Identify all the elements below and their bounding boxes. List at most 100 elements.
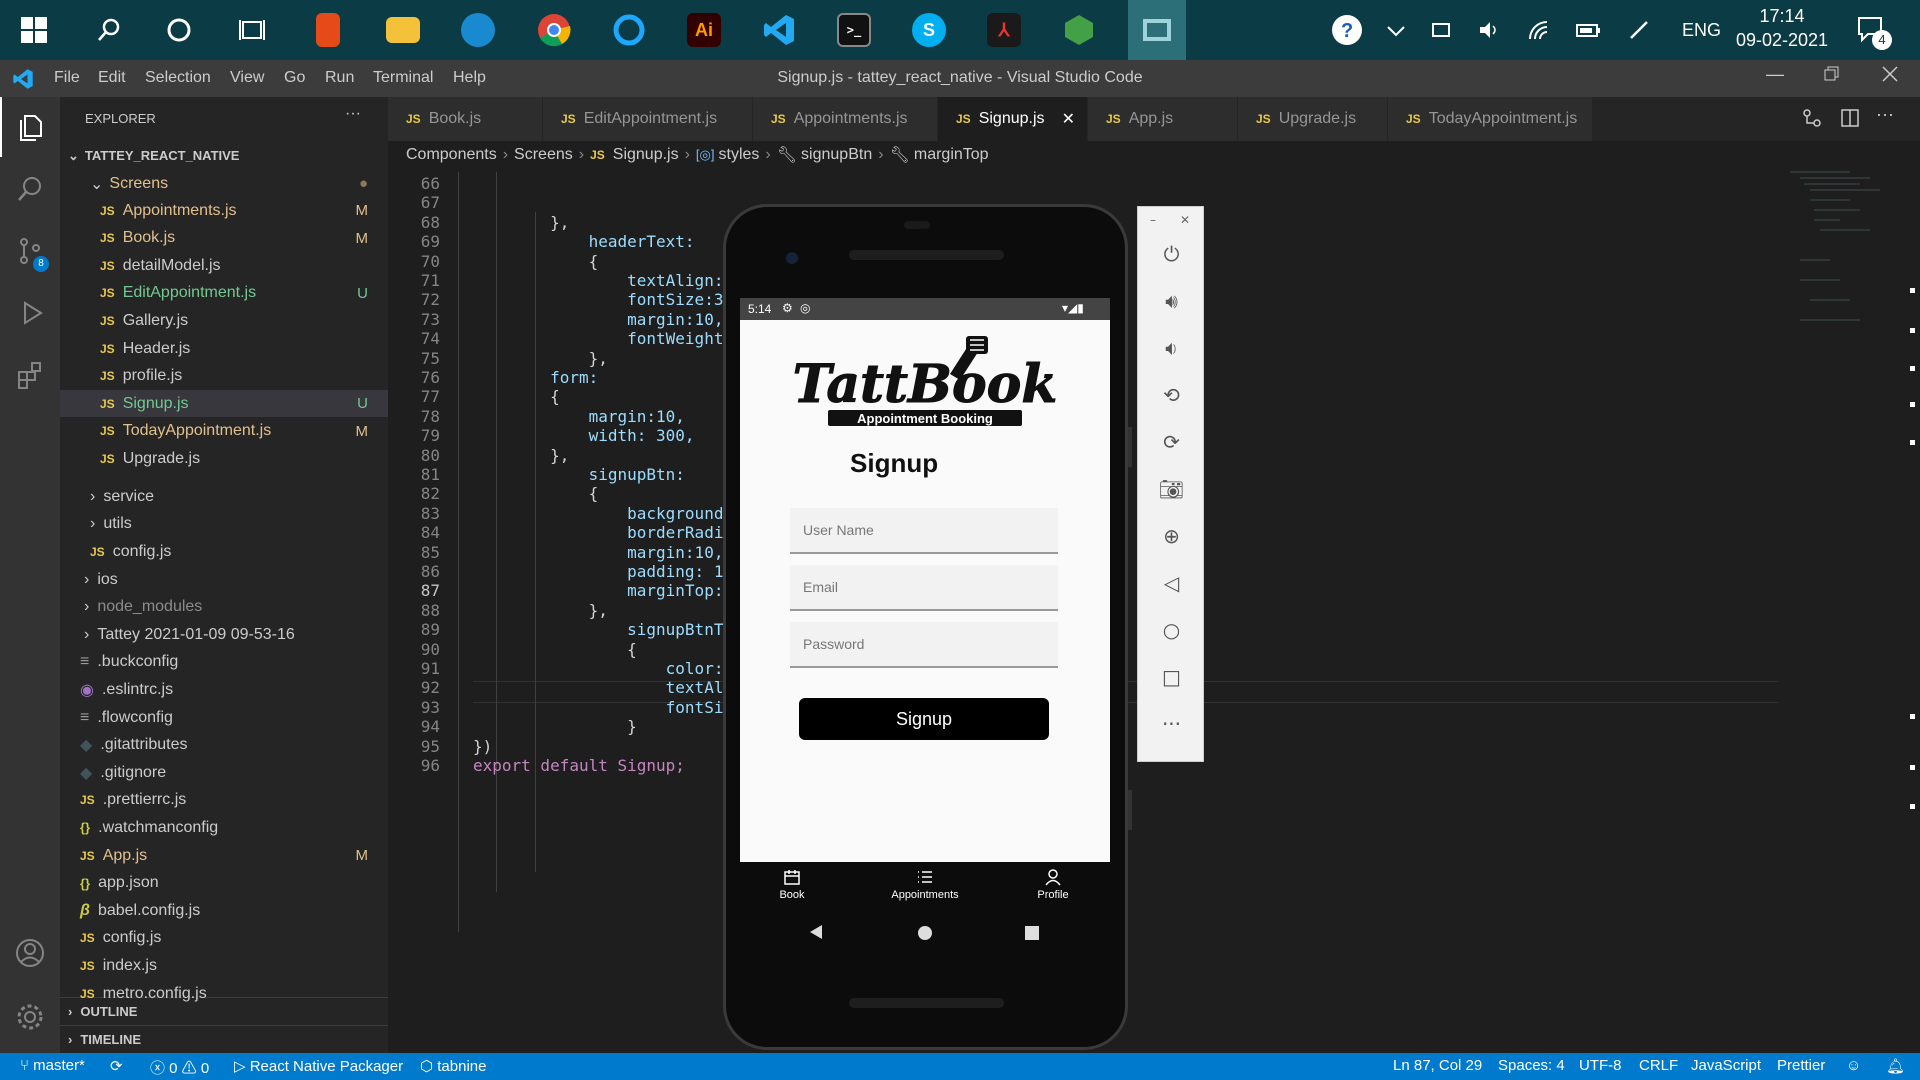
open-changes-icon[interactable] — [1802, 108, 1822, 132]
breadcrumb-screens[interactable]: Screens — [514, 146, 573, 164]
file-item[interactable]: ◉ .eslintrc.js — [60, 676, 388, 703]
office-icon[interactable] — [306, 8, 350, 52]
language-mode[interactable]: JavaScript — [1691, 1057, 1761, 1074]
packager-indicator[interactable]: ▷ React Native Packager — [234, 1057, 403, 1075]
file-item[interactable]: {} app.json — [60, 870, 388, 897]
notifications-bell-icon[interactable]: 🔔︎ — [1886, 1057, 1905, 1075]
file-item[interactable]: JS index.js — [60, 952, 388, 979]
prettier-indicator[interactable]: Prettier — [1777, 1057, 1825, 1074]
acrobat-icon[interactable]: ⅄ — [982, 8, 1026, 52]
menu-help[interactable]: Help — [453, 69, 486, 87]
emulator-taskbar-icon[interactable] — [1128, 0, 1186, 60]
rotate-left-icon[interactable]: ⟲ — [1138, 380, 1205, 410]
file-item[interactable]: JS Header.js — [60, 335, 388, 362]
search-sidebar-icon[interactable] — [0, 159, 60, 219]
file-item[interactable]: JS Upgrade.js — [60, 445, 388, 472]
menu-file[interactable]: File — [54, 69, 80, 87]
restore-icon[interactable] — [1824, 66, 1840, 87]
explorer-more-button[interactable]: ··· — [345, 105, 361, 123]
editor-tab[interactable]: JS Upgrade.js — [1238, 97, 1388, 141]
pen-icon[interactable] — [1628, 0, 1650, 60]
file-item[interactable]: JS App.js M — [60, 842, 388, 869]
signup-button[interactable]: Signup — [799, 698, 1049, 740]
minimap[interactable] — [1790, 170, 1910, 370]
editor-tab[interactable]: JS Appointments.js — [753, 97, 938, 141]
tab-book[interactable]: Book — [772, 868, 812, 901]
file-item[interactable]: ≡ .buckconfig — [60, 649, 388, 676]
source-control-icon[interactable]: 8 — [0, 221, 60, 281]
power-icon[interactable]: ⏻ — [1138, 239, 1205, 269]
file-item[interactable]: {} .watchmanconfig — [60, 814, 388, 841]
emulator-minimize-icon[interactable]: – — [1150, 213, 1156, 227]
editor-scrollbar[interactable] — [1778, 172, 1788, 1053]
skype-icon[interactable]: S — [907, 8, 951, 52]
folder-service[interactable]: › service — [60, 483, 388, 510]
emulator-close-icon[interactable]: ✕ — [1180, 213, 1190, 227]
chrome-icon[interactable] — [532, 8, 576, 52]
folder-item[interactable]: › ios — [60, 566, 388, 593]
zoom-icon[interactable]: ⊕ — [1138, 521, 1205, 551]
email-input[interactable]: Email — [790, 565, 1058, 611]
run-debug-icon[interactable] — [0, 283, 60, 343]
home-icon[interactable]: ○ — [1138, 615, 1205, 645]
accounts-icon[interactable] — [0, 923, 60, 983]
editor-tab[interactable]: JS App.js — [1088, 97, 1238, 141]
extensions-icon[interactable] — [0, 345, 60, 405]
sync-icon[interactable]: ⟳ — [110, 1057, 123, 1075]
file-item[interactable]: ≡ .flowconfig — [60, 704, 388, 731]
android-back-icon[interactable] — [808, 924, 824, 944]
search-icon[interactable] — [87, 8, 131, 52]
breadcrumb-signupbtn[interactable]: signupBtn — [801, 146, 872, 164]
breadcrumb-margintop[interactable]: marginTop — [914, 146, 989, 164]
file-config-sub[interactable]: JS config.js — [60, 538, 388, 565]
task-view-icon[interactable] — [230, 8, 274, 52]
more-options-icon[interactable]: ··· — [1138, 709, 1205, 739]
overview-icon[interactable]: □ — [1138, 662, 1205, 692]
back-icon[interactable]: ◁ — [1138, 568, 1205, 598]
cursor-position[interactable]: Ln 87, Col 29 — [1393, 1057, 1482, 1074]
file-item[interactable]: JS Appointments.js M — [60, 197, 388, 224]
editor-tab[interactable]: JS EditAppointment.js — [543, 97, 753, 141]
tabnine-indicator[interactable]: ⬡ tabnine — [420, 1057, 486, 1075]
meet-now-icon[interactable] — [1430, 0, 1452, 60]
rotate-right-icon[interactable]: ⟳ — [1138, 427, 1205, 457]
file-item[interactable]: JS EditAppointment.js U — [60, 280, 388, 307]
minimize-icon[interactable]: — — [1766, 64, 1784, 85]
file-item[interactable]: JS metro.config.js — [60, 980, 388, 1007]
screenshot-camera-icon[interactable]: 📷︎ — [1138, 474, 1205, 504]
username-input[interactable]: User Name — [790, 508, 1058, 554]
nodejs-icon[interactable] — [1057, 8, 1101, 52]
menu-edit[interactable]: Edit — [98, 69, 126, 87]
menu-run[interactable]: Run — [325, 69, 354, 87]
menu-go[interactable]: Go — [284, 69, 305, 87]
branch-indicator[interactable]: ⑂ master* — [20, 1057, 85, 1074]
chevron-up-icon[interactable] — [1385, 0, 1407, 60]
android-home-icon[interactable] — [917, 925, 933, 945]
volume-icon[interactable] — [1477, 0, 1501, 60]
cortana-icon[interactable] — [157, 8, 201, 52]
file-item[interactable]: JS TodayAppointment.js M — [60, 418, 388, 445]
vscode-icon[interactable] — [757, 8, 801, 52]
tab-profile[interactable]: Profile — [1028, 868, 1078, 901]
end-of-line[interactable]: CRLF — [1639, 1057, 1678, 1074]
tab-appointments[interactable]: Appointments — [880, 868, 970, 901]
file-item[interactable]: ◆ .gitattributes — [60, 732, 388, 759]
file-item[interactable]: JS .prettierrc.js — [60, 787, 388, 814]
terminal-icon[interactable]: >_ — [832, 8, 876, 52]
language-indicator[interactable]: ENG — [1682, 0, 1721, 60]
volume-down-icon[interactable]: 🔉︎ — [1138, 333, 1205, 363]
illustrator-icon[interactable]: Ai — [682, 8, 726, 52]
editor-tab[interactable]: JS Signup.js ✕ — [938, 97, 1088, 141]
help-icon[interactable]: ? — [1330, 0, 1364, 60]
problems-indicator[interactable]: ⓧ 0 ⚠ 0 — [150, 1057, 209, 1078]
editor-more-icon[interactable]: ··· — [1876, 104, 1894, 125]
folder-screens[interactable]: ⌄ Screens ● — [60, 170, 388, 197]
encoding[interactable]: UTF-8 — [1579, 1057, 1622, 1074]
battery-icon[interactable] — [1575, 0, 1601, 60]
file-item[interactable]: ◆ .gitignore — [60, 759, 388, 786]
folder-item[interactable]: › Tattey 2021-01-09 09-53-16 — [60, 621, 388, 648]
file-item[interactable]: β babel.config.js — [60, 897, 388, 924]
password-input[interactable]: Password — [790, 622, 1058, 668]
close-tab-icon[interactable]: ✕ — [1062, 109, 1075, 129]
folder-utils[interactable]: › utils — [60, 510, 388, 537]
